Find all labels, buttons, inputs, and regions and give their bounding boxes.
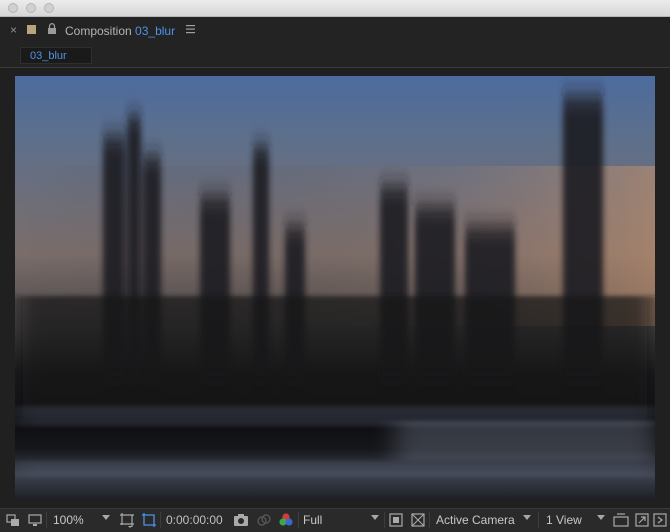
views-value[interactable]: 1 View [546,513,582,527]
toolbar-separator [298,512,299,528]
timeline-icon[interactable] [652,511,668,529]
region-of-interest-icon[interactable] [140,511,158,529]
magnification-caret-icon[interactable] [102,515,110,520]
toolbar-separator [384,512,385,528]
composition-tab-label: 03_blur [30,50,67,62]
views-caret-icon[interactable] [597,515,605,520]
show-snapshot-icon[interactable] [255,511,273,529]
reset-exposure-icon[interactable] [612,511,630,529]
zoom-window-icon[interactable] [44,3,54,13]
composition-tab-row: 03_blur [0,43,670,68]
blurred-skyline-graphic [15,96,655,477]
lock-icon[interactable] [47,23,57,35]
composition-tab[interactable]: 03_blur [20,47,92,64]
current-time-value[interactable]: 0:00:00:00 [166,513,223,527]
color-channel-icon[interactable] [277,511,295,529]
window-titlebar [0,0,670,17]
toolbar-separator [538,512,539,528]
resolution-value[interactable]: Full [303,513,322,527]
toolbar-separator [429,512,430,528]
toolbar-separator [160,512,161,528]
panel-title-prefix: Composition [65,24,132,38]
toolbar-separator [46,512,47,528]
camera-value[interactable]: Active Camera [436,513,515,527]
resolution-caret-icon[interactable] [371,515,379,520]
panel-title-composition[interactable]: 03_blur [135,24,175,38]
grid-guide-icon[interactable] [119,511,135,529]
minimize-window-icon[interactable] [26,3,36,13]
fast-previews-icon[interactable] [388,511,404,529]
transparency-grid-icon[interactable] [410,511,426,529]
magnification-value[interactable]: 100% [53,513,84,527]
composition-frame-image[interactable] [15,76,655,500]
monitor-icon[interactable] [27,511,43,529]
label-color-swatch[interactable] [27,25,36,34]
composition-panel-header: × Composition 03_blur [0,17,670,43]
camera-caret-icon[interactable] [523,515,531,520]
panel-menu-icon[interactable] [186,23,196,35]
close-panel-icon[interactable]: × [10,23,17,37]
always-preview-icon[interactable] [6,511,22,529]
close-window-icon[interactable] [8,3,18,13]
panel-title: Composition 03_blur [65,24,175,38]
flowchart-icon[interactable] [634,511,650,529]
snapshot-icon[interactable] [232,511,250,529]
viewer-toolbar: 100% 0:00:00:00 Full Active Camera 1 Vie… [0,508,670,532]
